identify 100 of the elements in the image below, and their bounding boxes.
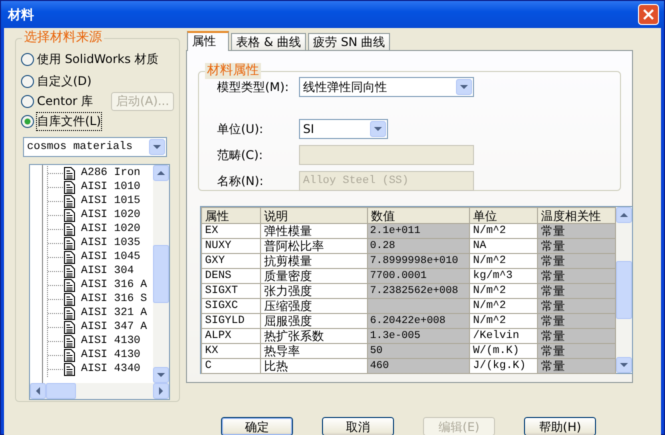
down-arrow-button[interactable] [616,357,632,373]
tree-item[interactable]: AISI 316 S [81,293,148,305]
tree-line [47,236,63,250]
table-cell: 50 [368,344,470,358]
tab[interactable]: 表格 & 曲线 [231,33,306,50]
tree-item[interactable]: AISI 316 A [81,279,148,291]
table-cell: DENS [202,268,260,284]
field-label: 名称(N): [217,172,264,190]
table-cell: 7.2382562e+008 [368,284,470,298]
table-cell: 屈服强度 [260,314,368,328]
table-cell: 常量 [538,298,616,314]
left-arrow-button[interactable] [30,383,46,399]
table-cell: 6.20422e+008 [368,314,470,328]
file-icon [64,278,75,292]
dropdown[interactable]: 线性弹性同向性 [299,77,474,97]
tree-line [47,264,63,278]
table-cell: /Kelvin [470,328,538,344]
tree-item[interactable]: AISI 4130 [81,335,140,347]
field-label: 单位(U): [217,120,264,138]
group-title: 材料属性 [205,63,261,79]
file-icon [64,208,75,222]
file-icon [64,292,75,306]
tree-line [47,208,63,222]
table-cell: 热扩张系数 [260,328,368,344]
down-arrow-button[interactable] [149,139,165,155]
column-header[interactable]: 属性 [202,208,260,224]
radio-button[interactable]: 使用 SolidWorks 材质 [21,50,159,68]
radio-button[interactable]: 自定义(D) [21,72,92,90]
column-header[interactable]: 温度相关性 [538,208,616,224]
column-header[interactable]: 单位 [470,208,538,224]
tree-item[interactable]: A286 Iron [81,167,140,179]
tree-line [47,306,63,320]
tree-line [47,292,63,306]
tree-line [47,348,63,362]
scroll-thumb[interactable] [46,383,76,399]
table-cell: N/m^2 [470,284,538,298]
tree-item[interactable]: AISI 1035 [81,237,140,249]
tree-item[interactable]: AISI 4340 [81,363,140,375]
file-icon [64,362,75,376]
tree-item[interactable]: AISI 1010 [81,181,140,193]
file-icon [64,306,75,320]
table-cell: 常量 [538,284,616,298]
tree-item[interactable]: AISI 4130 [81,349,140,361]
up-arrow-button[interactable] [153,165,169,181]
field-label: 范畴(C): [217,146,264,164]
close-button[interactable] [638,4,659,25]
tree-item[interactable]: AISI 1015 [81,195,140,207]
library-dropdown[interactable]: cosmos materials [23,137,167,157]
tree-line [47,166,63,180]
table-cell: N/m^2 [470,254,538,268]
scrollbar[interactable] [30,383,169,399]
table-cell: 比热 [260,358,368,374]
radio-circle-icon [21,114,34,128]
tree-item[interactable]: AISI 321 A [81,307,148,319]
down-arrow-button[interactable] [370,121,386,137]
scrollbar[interactable] [153,165,169,383]
table-cell: 弹性模量 [260,224,368,238]
radio-circle-icon [21,52,34,66]
table-cell: KX [202,344,260,358]
table-cell: N/m^2 [470,314,538,328]
right-arrow-button[interactable] [153,383,169,399]
file-icon [64,348,75,362]
table-cell: 常量 [538,268,616,284]
tab[interactable]: 疲劳 SN 曲线 [308,33,390,50]
dialog-button[interactable]: 取消 [322,417,394,435]
radio-button[interactable]: Centor 库 [21,92,94,110]
column-header[interactable]: 说明 [260,208,368,224]
scrollbar[interactable] [616,207,632,373]
tree-line [47,194,63,208]
table-cell: 压缩强度 [260,298,368,314]
radio-button[interactable]: 自库文件(L) [21,112,102,130]
tree-line [47,250,63,264]
dialog-button[interactable]: 帮助(H) [524,417,596,435]
down-arrow-button[interactable] [456,79,472,95]
table-cell: 普阿松比率 [260,238,368,254]
tree-item[interactable]: AISI 304 [81,265,134,277]
table-cell: 1.3e-005 [368,328,470,344]
up-arrow-button[interactable] [616,207,632,223]
dialog-button[interactable]: 确定 [221,417,293,435]
tab[interactable]: 属性 [187,31,229,51]
tree-item[interactable]: AISI 347 A [81,321,148,333]
dropdown[interactable]: SI [299,119,388,139]
scroll-thumb[interactable] [616,261,632,319]
table-cell: 0.28 [368,238,470,254]
tree-line [47,362,63,376]
tree-item[interactable]: AISI 1020 [81,223,140,235]
table-cell: 质量密度 [260,268,368,284]
table-cell: SIGYLD [202,314,260,328]
tree-item[interactable]: AISI 1020 [81,209,140,221]
table-cell: 常量 [538,224,616,238]
table-cell: 常量 [538,314,616,328]
tree-item[interactable]: AISI 1045 [81,251,140,263]
table-cell: 常量 [538,344,616,358]
scroll-thumb[interactable] [153,245,169,303]
column-header[interactable]: 数值 [368,208,470,224]
down-arrow-button[interactable] [153,367,169,383]
file-icon [64,320,75,334]
table-cell: SIGXC [202,298,260,314]
table-cell: GXY [202,254,260,268]
table-cell: 常量 [538,328,616,344]
